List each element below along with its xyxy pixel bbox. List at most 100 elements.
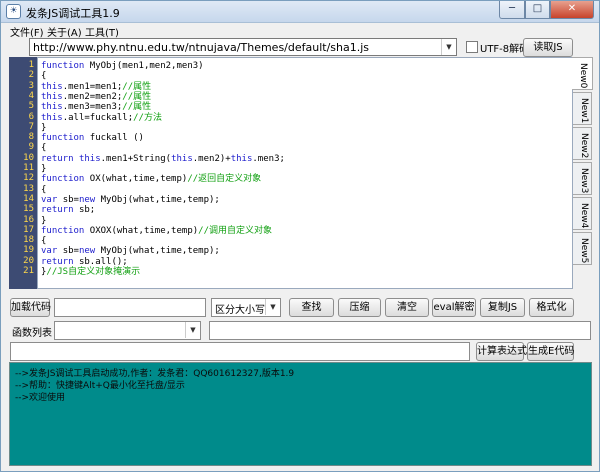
code-line: {	[41, 143, 46, 153]
app-window: ☀ 发条JS调试工具1.9 ─ □ ✕ 文件(F) 关于(A) 工具(T) ht…	[0, 0, 600, 472]
code-text: .men2)+	[192, 153, 231, 164]
code-comment: //方法	[133, 112, 162, 123]
code-keyword: this	[41, 112, 63, 123]
find-button[interactable]: 查找	[289, 298, 334, 317]
code-text: sb.all();	[78, 256, 128, 267]
code-comment: //返回自定义对象	[187, 174, 262, 185]
code-line: var sb=new MyObj(what,time,temp);	[41, 195, 220, 205]
minimize-button[interactable]: ─	[499, 1, 525, 19]
tab-new4[interactable]: New4	[573, 197, 592, 230]
code-text: MyObj(what,time,temp);	[100, 246, 220, 257]
code-line: }	[41, 216, 46, 226]
menu-about[interactable]: 关于(A)	[47, 24, 82, 39]
line-number: 20	[23, 255, 34, 266]
code-line: return sb;	[41, 205, 95, 215]
clear-button[interactable]: 清空	[385, 298, 429, 317]
tab-new0[interactable]: New0	[572, 57, 593, 90]
code-keyword: function	[41, 174, 90, 185]
title-bar[interactable]: ☀ 发条JS调试工具1.9 ─ □ ✕	[1, 1, 599, 23]
tab-label: New3	[579, 168, 589, 194]
code-line: return sb.all();	[41, 257, 128, 267]
line-number: 7	[28, 121, 34, 132]
menu-file[interactable]: 文件(F)	[10, 24, 44, 39]
maximize-button[interactable]: □	[525, 1, 550, 19]
expression-input[interactable]	[10, 342, 470, 361]
code-keyword: var	[41, 194, 63, 205]
gen-e-code-button[interactable]: 生成E代码	[527, 342, 574, 361]
line-number: 10	[23, 152, 34, 163]
tab-label: New1	[579, 98, 589, 124]
code-keyword: return	[41, 256, 79, 267]
line-number: 14	[23, 193, 34, 204]
line-number: 16	[23, 214, 34, 225]
code-keyword: return	[41, 205, 79, 216]
load-code-button[interactable]: 加载代码	[10, 298, 51, 317]
code-line: {	[41, 71, 46, 81]
chevron-down-icon[interactable]: ▼	[441, 39, 456, 55]
function-list-select[interactable]: ▼	[54, 321, 201, 340]
chevron-down-icon[interactable]: ▼	[265, 299, 280, 315]
code-keyword: return	[41, 153, 79, 164]
output-console[interactable]: -->发条JS调试工具启动成功,作者：发条君：QQ601612327,版本1.9…	[9, 362, 592, 466]
code-editor[interactable]: function MyObj(men1,men2,men3){this.men1…	[37, 57, 573, 289]
code-text: {	[41, 236, 47, 247]
case-select[interactable]: 区分大小写 ▼	[211, 298, 281, 317]
close-button[interactable]: ✕	[550, 1, 594, 19]
url-combobox[interactable]: http://www.phy.ntnu.edu.tw/ntnujava/Them…	[29, 38, 457, 56]
code-text: .men3=men3;	[62, 102, 123, 113]
read-js-button[interactable]: 读取JS	[523, 38, 573, 57]
url-input[interactable]: http://www.phy.ntnu.edu.tw/ntnujava/Them…	[33, 41, 369, 54]
code-comment: //调用自定义对象	[198, 225, 272, 236]
calc-expression-button[interactable]: 计算表达式	[476, 342, 527, 361]
code-keyword: function	[41, 225, 90, 236]
code-text: {	[41, 184, 47, 195]
code-text: sb;	[78, 205, 96, 216]
code-comment: //JS自定义对象掩演示	[46, 267, 141, 277]
code-comment: //属性	[122, 91, 152, 102]
tab-new2[interactable]: New2	[573, 127, 592, 160]
code-keyword: this	[171, 153, 193, 164]
code-text: OXOX(what,time,temp)	[89, 225, 199, 236]
code-text: }	[41, 164, 47, 174]
copy-js-button[interactable]: 复制JS	[480, 298, 525, 317]
code-keyword: new	[78, 246, 101, 257]
line-number: 21	[23, 266, 34, 276]
search-input[interactable]	[54, 298, 206, 317]
code-text: fuckall ()	[89, 133, 144, 144]
function-info-field[interactable]	[209, 321, 591, 340]
code-line: function OX(what,time,temp)//返回自定义对象	[41, 174, 261, 184]
line-number: 13	[23, 183, 34, 194]
line-number-gutter: 1 2 3 4 5 6 7 8 9 10 11 12 13 14 15 16 17 18 19 20 21	[9, 57, 37, 289]
line-number: 4	[28, 90, 34, 101]
case-select-value: 区分大小写	[215, 305, 265, 316]
tab-new1[interactable]: New1	[573, 92, 592, 125]
line-number: 1	[28, 60, 34, 70]
line-number: 17	[23, 224, 34, 235]
code-line: }	[41, 123, 46, 133]
tab-label: New0	[578, 63, 588, 89]
code-keyword: new	[78, 194, 101, 205]
eval-decode-button[interactable]: eval解密	[432, 298, 476, 317]
code-text: }	[41, 215, 47, 226]
window-title: 发条JS调试工具1.9	[26, 7, 120, 20]
compress-button[interactable]: 压缩	[338, 298, 381, 317]
tab-new3[interactable]: New3	[573, 162, 592, 195]
code-keyword: var	[41, 246, 63, 257]
code-keyword: this	[41, 102, 63, 113]
app-icon: ☀	[6, 4, 21, 19]
tab-new5[interactable]: New5	[573, 232, 592, 265]
code-text: {	[41, 71, 47, 82]
line-number: 11	[23, 163, 34, 173]
code-line: var sb=new MyObj(what,time,temp);	[41, 246, 220, 256]
function-list-label: 函数列表	[12, 328, 52, 339]
code-text: sb=	[62, 246, 79, 257]
utf8-checkbox[interactable]	[466, 41, 478, 53]
chevron-down-icon[interactable]: ▼	[185, 322, 200, 338]
code-text: sb=	[62, 194, 79, 205]
format-button[interactable]: 格式化	[529, 298, 574, 317]
menu-tools[interactable]: 工具(T)	[85, 24, 119, 39]
code-line: function OXOX(what,time,temp)//调用自定义对象	[41, 226, 272, 236]
code-line: }	[41, 164, 46, 174]
output-line: -->欢迎使用	[15, 393, 66, 403]
code-comment: //属性	[122, 81, 152, 92]
